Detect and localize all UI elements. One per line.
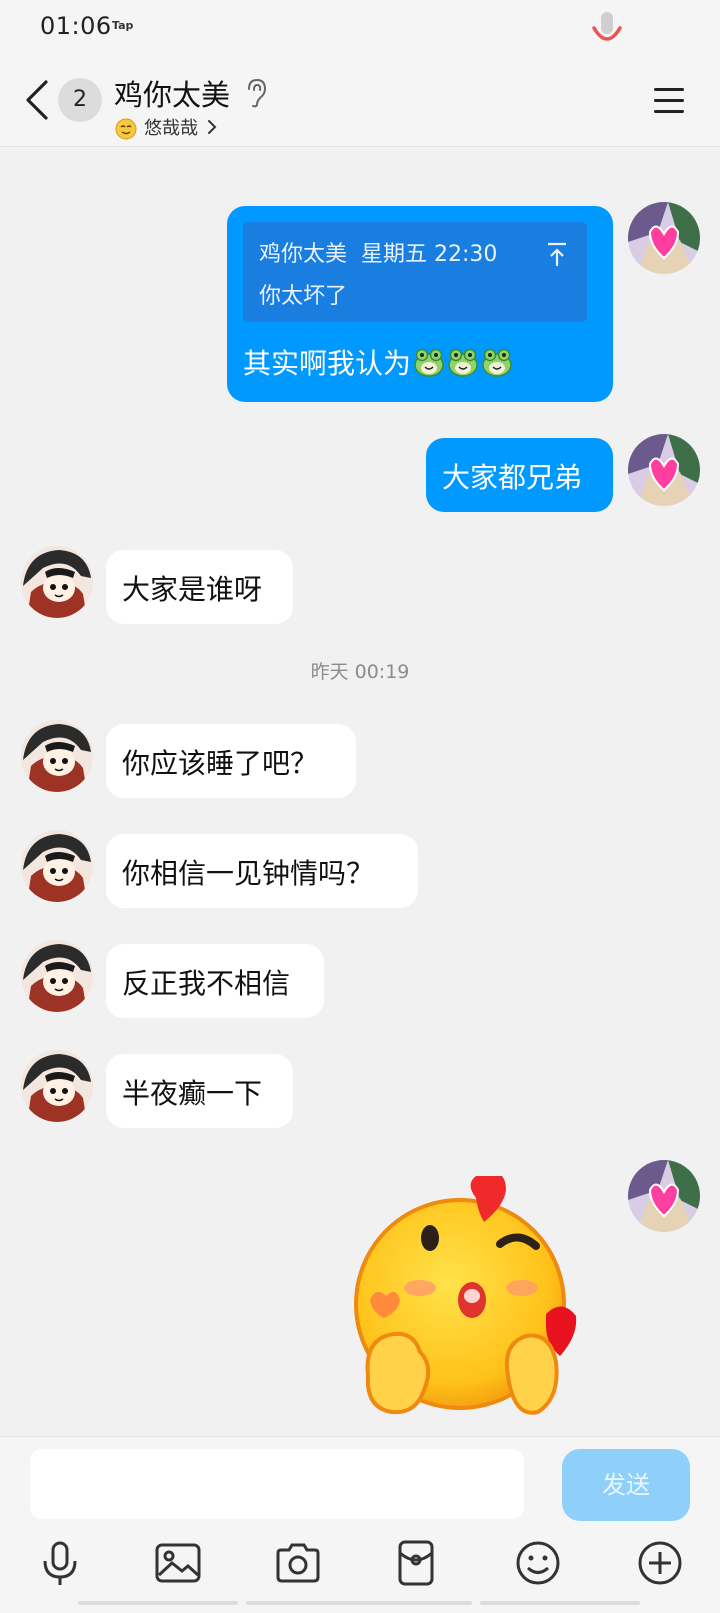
chat-subtitle[interactable]: 悠哉哉 xyxy=(144,114,198,140)
chat-title: 鸡你太美 xyxy=(114,78,231,112)
avatar-contact[interactable] xyxy=(21,830,93,902)
back-button[interactable] xyxy=(22,78,52,122)
gesture-bar xyxy=(78,1601,238,1605)
quoted-time: 星期五 22:30 xyxy=(361,242,498,267)
message-bubble[interactable]: 半夜癫一下 xyxy=(106,1054,293,1128)
menu-button[interactable] xyxy=(652,82,686,118)
message-text: 大家都兄弟 xyxy=(442,461,583,494)
chevron-right-icon[interactable] xyxy=(206,118,218,136)
send-button[interactable]: 发送 xyxy=(562,1449,690,1521)
frog-emoji-icon xyxy=(481,346,513,378)
message-row: 大家是谁呀 xyxy=(0,538,720,628)
unread-count-badge[interactable]: 2 xyxy=(58,78,102,122)
ear-icon[interactable] xyxy=(245,78,267,108)
status-time: 01:06 xyxy=(40,12,112,40)
camera-icon[interactable] xyxy=(274,1539,322,1587)
status-emoji-icon xyxy=(115,118,137,140)
avatar-contact[interactable] xyxy=(21,546,93,618)
image-icon[interactable] xyxy=(154,1539,202,1587)
red-packet-icon[interactable] xyxy=(392,1539,440,1587)
avatar-self[interactable] xyxy=(628,1160,700,1232)
avatar-self[interactable] xyxy=(628,202,700,274)
message-row: 大家都兄弟 xyxy=(0,426,720,516)
gesture-bar xyxy=(480,1601,640,1605)
message-content: 其实啊我认为 xyxy=(243,342,513,382)
message-row: 你应该睡了吧？ xyxy=(0,712,720,802)
frog-emoji-icon xyxy=(413,346,445,378)
mic-recording-icon xyxy=(592,12,622,41)
message-text: 其实啊我认为 xyxy=(243,347,412,380)
message-input[interactable] xyxy=(30,1449,524,1519)
chat-header: 2 鸡你太美 悠哉哉 xyxy=(0,56,720,147)
message-text: 大家是谁呀 xyxy=(122,573,263,606)
gesture-bar xyxy=(246,1601,472,1605)
message-text: 你应该睡了吧？ xyxy=(122,747,319,780)
input-bar: 发送 xyxy=(0,1436,720,1613)
message-bubble[interactable]: 你相信一见钟情吗？ xyxy=(106,834,418,908)
message-bubble[interactable]: 大家都兄弟 xyxy=(426,438,613,512)
frog-emoji-icon xyxy=(447,346,479,378)
message-row xyxy=(0,1156,720,1436)
avatar-contact[interactable] xyxy=(21,940,93,1012)
message-bubble[interactable]: 大家是谁呀 xyxy=(106,550,293,624)
message-text: 反正我不相信 xyxy=(122,967,291,1000)
avatar-contact[interactable] xyxy=(21,1050,93,1122)
message-bubble[interactable]: 反正我不相信 xyxy=(106,944,324,1018)
quoted-header: 鸡你太美 星期五 22:30 xyxy=(259,236,497,268)
timestamp: 昨天 00:19 xyxy=(310,661,410,683)
quoted-message[interactable]: 鸡你太美 星期五 22:30 你太坏了 xyxy=(243,222,587,322)
mic-icon[interactable] xyxy=(36,1539,84,1587)
message-row: 半夜癫一下 xyxy=(0,1042,720,1132)
quoted-author: 鸡你太美 xyxy=(259,242,348,267)
avatar-self[interactable] xyxy=(628,434,700,506)
avatar-contact[interactable] xyxy=(21,720,93,792)
message-row: 鸡你太美 星期五 22:30 你太坏了 其实啊我认为 xyxy=(0,196,720,406)
status-bar: 01:06 Tap xyxy=(0,0,720,56)
message-text: 半夜癫一下 xyxy=(122,1077,263,1110)
kiss-heart-emoji-sticker[interactable] xyxy=(350,1176,600,1436)
quote-reply-bubble[interactable]: 鸡你太美 星期五 22:30 你太坏了 其实啊我认为 xyxy=(227,206,613,402)
message-row: 你相信一见钟情吗？ xyxy=(0,822,720,912)
jump-to-quote-icon[interactable] xyxy=(545,240,569,268)
quoted-text: 你太坏了 xyxy=(259,284,348,309)
plus-icon[interactable] xyxy=(636,1539,684,1587)
status-tap-label: Tap xyxy=(112,19,134,32)
message-row: 反正我不相信 xyxy=(0,932,720,1022)
emoji-icon[interactable] xyxy=(514,1539,562,1587)
message-bubble[interactable]: 你应该睡了吧？ xyxy=(106,724,356,798)
message-text: 你相信一见钟情吗？ xyxy=(122,857,375,890)
